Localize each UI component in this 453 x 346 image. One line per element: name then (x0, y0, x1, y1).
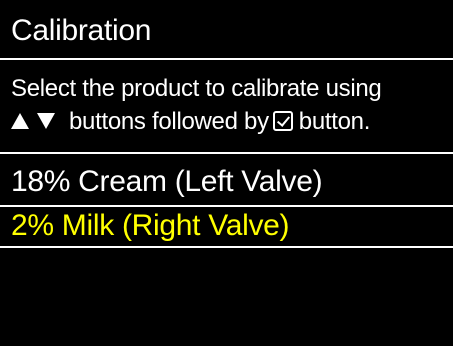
option-divider-1 (0, 205, 453, 207)
product-option-cream[interactable]: 18% Cream (Left Valve) (11, 165, 323, 199)
instructions-button-word: button. (298, 108, 371, 135)
calibration-screen: Calibration Select the product to calibr… (0, 0, 453, 346)
product-option-milk[interactable]: 2% Milk (Right Valve) (11, 209, 290, 243)
down-arrow-icon (37, 112, 55, 129)
instructions-text: Select the product to calibrate using bu… (11, 72, 382, 138)
checkbox-icon (272, 110, 293, 131)
option-divider-2 (0, 246, 453, 248)
instructions-line-1: Select the product to calibrate using (11, 75, 382, 102)
title-divider (0, 58, 453, 60)
up-arrow-icon (11, 112, 29, 129)
instructions-divider (0, 152, 453, 154)
instructions-buttons-text: buttons followed by (69, 108, 269, 135)
instructions-line-2: buttons followed by button. (11, 105, 381, 138)
page-title: Calibration (11, 14, 152, 47)
